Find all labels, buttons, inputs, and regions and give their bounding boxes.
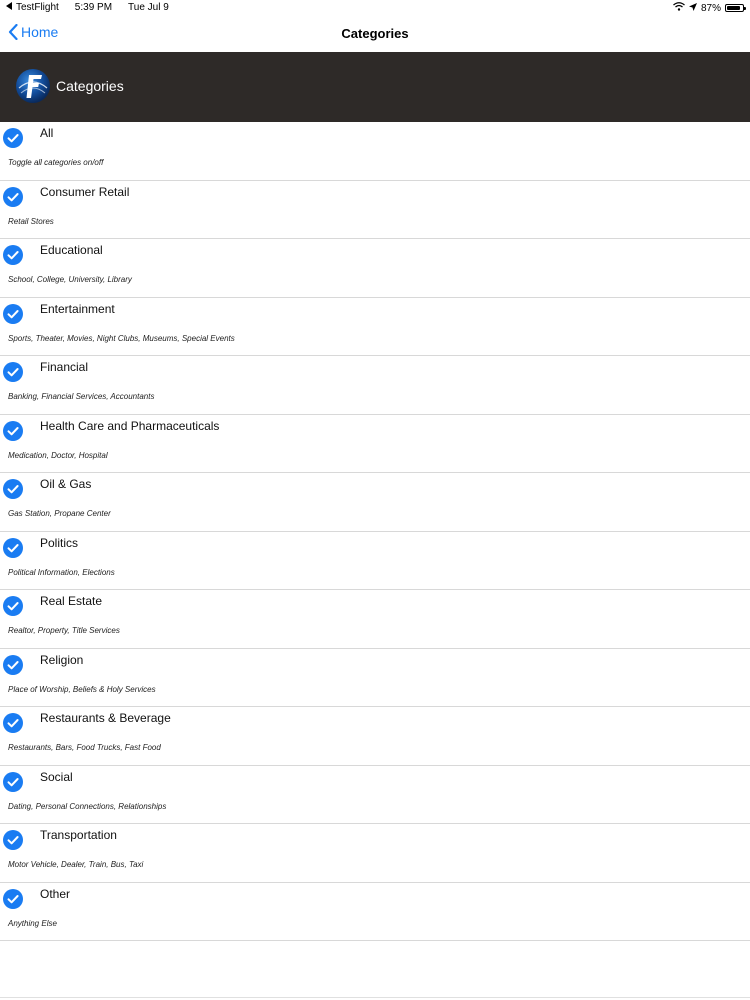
checkmark-icon[interactable] <box>3 303 23 324</box>
checkmark-icon[interactable] <box>3 654 23 675</box>
status-time: 5:39 PM <box>74 2 113 13</box>
category-name: Social <box>40 769 73 784</box>
category-description: Banking, Financial Services, Accountants <box>8 392 155 401</box>
checkmark-icon[interactable] <box>3 537 23 558</box>
category-name: Financial <box>40 360 89 374</box>
category-name: Restaurants & Beverage <box>40 711 171 725</box>
category-row[interactable]: Religion Place of Worship, Beliefs & Holy… <box>0 649 750 707</box>
checkmark-icon[interactable] <box>3 479 23 499</box>
page-title: Categories <box>341 26 409 41</box>
checkmark-icon[interactable] <box>3 888 23 909</box>
category-row[interactable]: All Toggle all categories on/off <box>0 122 750 181</box>
back-to-app-label[interactable]: TestFlight <box>16 2 59 13</box>
category-row[interactable]: Politics Political Information, Elections <box>0 532 750 590</box>
navigation-bar: Home Categories <box>0 16 750 52</box>
checkmark-icon[interactable] <box>3 713 23 733</box>
category-name: Consumer Retail <box>40 184 130 199</box>
checkmark-icon[interactable] <box>3 362 23 382</box>
wifi-icon <box>673 2 685 14</box>
category-row[interactable]: Restaurants & Beverage Restaurants, Bars,… <box>0 707 750 766</box>
bottom-divider <box>0 997 750 998</box>
app-logo-icon <box>15 68 51 104</box>
category-description: Anything Else <box>8 918 57 928</box>
battery-icon <box>725 4 746 12</box>
checkmark-icon[interactable] <box>3 771 23 792</box>
category-row[interactable]: Transportation Motor Vehicle, Dealer, Tra… <box>0 824 750 883</box>
category-description: Gas Station, Propane Center <box>8 509 111 518</box>
category-row[interactable]: Entertainment Sports, Theater, Movies, Ni… <box>0 298 750 356</box>
category-name: Politics <box>40 535 79 550</box>
category-description: Restaurants, Bars, Food Trucks, Fast Foo… <box>8 743 161 752</box>
category-row[interactable]: Health Care and Pharmaceuticals Medicatio… <box>0 415 750 473</box>
checkmark-icon[interactable] <box>3 128 23 148</box>
category-name: Educational <box>40 243 103 257</box>
app-screen: TestFlight 5:39 PM Tue Jul 9 87% Home Ca… <box>0 0 750 1000</box>
checkmark-icon[interactable] <box>3 420 23 441</box>
category-description: Motor Vehicle, Dealer, Train, Bus, Taxi <box>8 860 144 869</box>
category-name: Entertainment <box>40 301 115 316</box>
category-row[interactable]: Oil & Gas Gas Station, Propane Center <box>0 473 750 532</box>
location-icon <box>688 2 697 14</box>
back-triangle-icon[interactable] <box>6 2 13 13</box>
category-description: Realtor, Property, Title Services <box>8 626 120 635</box>
battery-percent: 87% <box>700 2 721 14</box>
header-banner: Categories <box>0 52 750 122</box>
checkmark-icon[interactable] <box>3 830 23 850</box>
category-name: Real Estate <box>40 594 103 608</box>
category-description: Toggle all categories on/off <box>8 158 104 167</box>
category-name: Health Care and Pharmaceuticals <box>40 418 220 433</box>
category-list: All Toggle all categories on/off Consumer … <box>0 122 750 941</box>
category-name: Other <box>40 886 71 901</box>
category-description: School, College, University, Library <box>8 275 132 284</box>
category-description: Medication, Doctor, Hospital <box>8 450 108 460</box>
category-description: Political Information, Elections <box>8 567 115 577</box>
status-date: Tue Jul 9 <box>128 2 169 13</box>
category-row[interactable]: Real Estate Realtor, Property, Title Serv… <box>0 590 750 649</box>
status-right: 87% <box>673 2 746 14</box>
category-name: Oil & Gas <box>40 477 92 491</box>
status-left: TestFlight 5:39 PM Tue Jul 9 <box>6 2 169 13</box>
category-description: Place of Worship, Beliefs & Holy Service… <box>8 684 156 694</box>
category-description: Dating, Personal Connections, Relationsh… <box>8 801 167 811</box>
checkmark-icon[interactable] <box>3 186 23 207</box>
category-row[interactable]: Other Anything Else <box>0 883 750 941</box>
checkmark-icon[interactable] <box>3 596 23 616</box>
category-name: All <box>40 126 54 140</box>
category-name: Religion <box>40 652 84 667</box>
category-description: Retail Stores <box>8 216 54 226</box>
category-row[interactable]: Consumer Retail Retail Stores <box>0 181 750 239</box>
category-description: Sports, Theater, Movies, Night Clubs, Mu… <box>8 333 235 343</box>
battery-level-fill <box>727 6 740 10</box>
header-title: Categories <box>56 78 124 94</box>
category-row[interactable]: Social Dating, Personal Connections, Rela… <box>0 766 750 824</box>
category-name: Transportation <box>40 828 117 842</box>
category-row[interactable]: Financial Banking, Financial Services, Ac… <box>0 356 750 415</box>
checkmark-icon[interactable] <box>3 245 23 265</box>
category-row[interactable]: Educational School, College, University, … <box>0 239 750 298</box>
status-bar: TestFlight 5:39 PM Tue Jul 9 87% <box>0 0 750 16</box>
